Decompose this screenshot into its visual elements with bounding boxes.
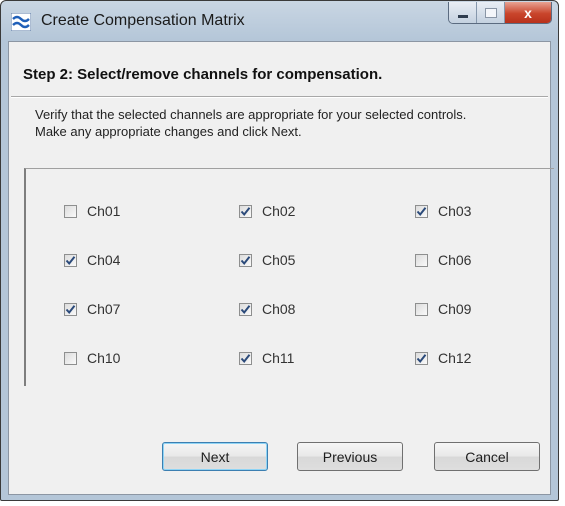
checkbox-checked-icon[interactable]: [64, 302, 77, 316]
channel-checkbox-ch05[interactable]: Ch05: [239, 251, 295, 269]
channel-checkbox-ch09[interactable]: Ch09: [415, 300, 471, 318]
previous-button[interactable]: Previous: [297, 442, 403, 471]
cancel-button[interactable]: Cancel: [434, 442, 540, 471]
window-title: Create Compensation Matrix: [41, 12, 245, 29]
channel-label: Ch02: [262, 203, 296, 219]
minimize-icon: [457, 15, 468, 18]
close-button[interactable]: x: [505, 2, 551, 23]
checkbox-checked-icon[interactable]: [64, 253, 77, 267]
checkbox-unchecked-icon[interactable]: [415, 302, 428, 316]
channel-label: Ch03: [438, 203, 472, 219]
instructions-line-2: Make any appropriate changes and click N…: [35, 124, 302, 139]
minimize-button[interactable]: [449, 2, 477, 23]
channel-checkbox-ch02[interactable]: Ch02: [239, 202, 295, 220]
channel-checkbox-ch12[interactable]: Ch12: [415, 349, 471, 367]
checkbox-unchecked-icon[interactable]: [64, 204, 77, 218]
channel-label: Ch07: [87, 301, 121, 317]
channel-label: Ch12: [438, 350, 472, 366]
divider: [11, 96, 548, 98]
channel-label: Ch09: [438, 301, 472, 317]
maximize-icon: [484, 7, 497, 18]
channel-label: Ch08: [262, 301, 296, 317]
channel-label: Ch11: [262, 350, 295, 366]
channel-checkbox-ch04[interactable]: Ch04: [64, 251, 120, 269]
dialog-content: Step 2: Select/remove channels for compe…: [8, 41, 554, 495]
channel-checkbox-ch06[interactable]: Ch06: [415, 251, 471, 269]
close-icon: x: [524, 4, 532, 21]
channel-checkbox-ch07[interactable]: Ch07: [64, 300, 120, 318]
title-bar[interactable]: Create Compensation Matrix x: [1, 1, 558, 41]
instructions: Verify that the selected channels are ap…: [35, 106, 466, 140]
channel-checkbox-ch03[interactable]: Ch03: [415, 202, 471, 220]
checkbox-checked-icon[interactable]: [239, 204, 252, 218]
channel-label: Ch01: [87, 203, 121, 219]
next-button[interactable]: Next: [162, 442, 268, 471]
channel-label: Ch04: [87, 252, 121, 268]
wave-app-icon: [11, 13, 31, 31]
checkbox-checked-icon[interactable]: [239, 351, 252, 365]
window-controls: x: [448, 2, 552, 24]
channel-label: Ch06: [438, 252, 472, 268]
instructions-line-1: Verify that the selected channels are ap…: [35, 107, 467, 122]
maximize-button[interactable]: [477, 2, 505, 23]
checkbox-unchecked-icon[interactable]: [415, 253, 428, 267]
checkbox-checked-icon[interactable]: [239, 302, 252, 316]
dialog-window: Create Compensation Matrix x Step 2: Sel…: [0, 0, 559, 501]
checkbox-unchecked-icon[interactable]: [64, 351, 77, 365]
checkbox-checked-icon[interactable]: [415, 351, 428, 365]
step-heading: Step 2: Select/remove channels for compe…: [23, 66, 383, 83]
channel-label: Ch05: [262, 252, 296, 268]
checkbox-checked-icon[interactable]: [415, 204, 428, 218]
channel-checkbox-ch08[interactable]: Ch08: [239, 300, 295, 318]
checkbox-checked-icon[interactable]: [239, 253, 252, 267]
channel-panel: Ch01 Ch02 Ch03 Ch04 Ch05 Ch06 Ch07 Ch08 Ch09 Ch10…: [24, 168, 554, 386]
channel-checkbox-ch01[interactable]: Ch01: [64, 202, 120, 220]
channel-checkbox-ch10[interactable]: Ch10: [64, 349, 120, 367]
channel-label: Ch10: [87, 350, 121, 366]
channel-checkbox-ch11[interactable]: Ch11: [239, 349, 294, 367]
